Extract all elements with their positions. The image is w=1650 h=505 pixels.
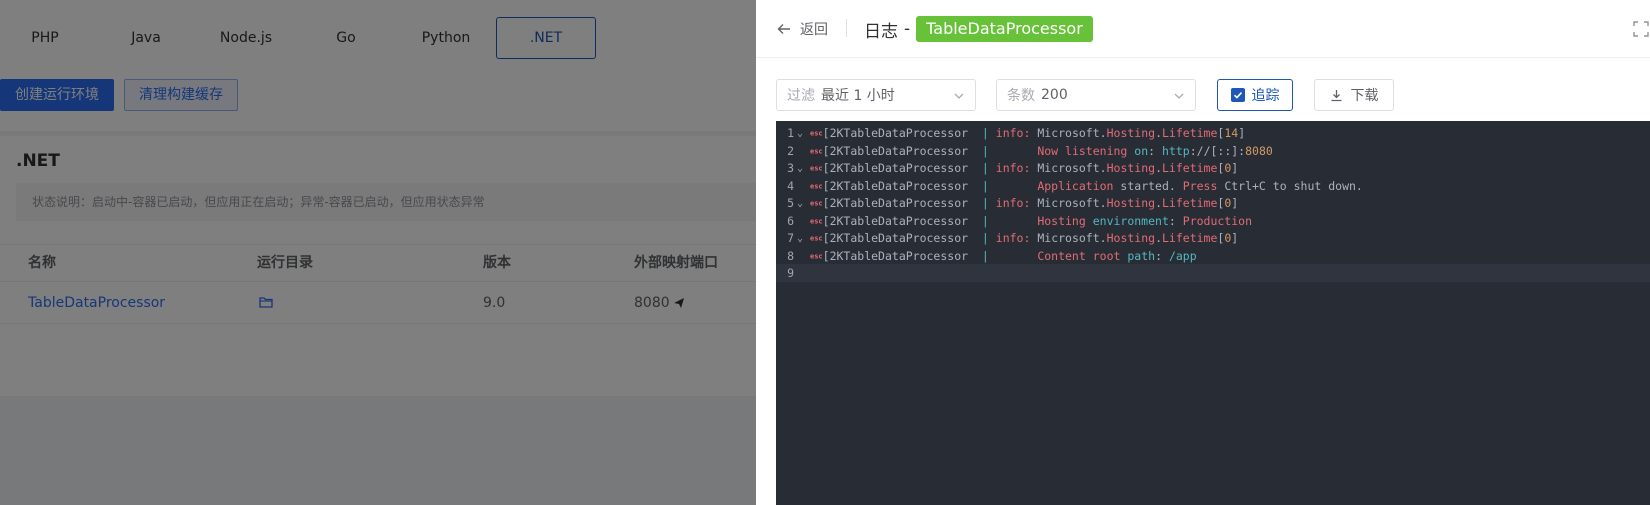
log-line: 8 esc[2KTableDataProcessor | Content root… bbox=[776, 247, 1650, 265]
line-number: 5 bbox=[787, 196, 794, 210]
app-name-tag: TableDataProcessor bbox=[916, 16, 1093, 42]
log-line: 1 ⌄ esc[2KTableDataProcessor | info: Micro… bbox=[776, 124, 1650, 142]
log-text: esc[2KTableDataProcessor | Application s… bbox=[810, 178, 1363, 193]
line-number: 2 bbox=[787, 143, 794, 158]
log-line: 2 esc[2KTableDataProcessor | Now listenin… bbox=[776, 142, 1650, 160]
back-label: 返回 bbox=[800, 22, 828, 38]
fold-chevron-icon[interactable]: ⌄ bbox=[797, 230, 803, 248]
download-icon bbox=[1331, 89, 1341, 101]
fold-chevron-icon[interactable]: ⌄ bbox=[797, 125, 803, 143]
drawer-title: 日志 - TableDataProcessor bbox=[864, 15, 1093, 43]
log-text: esc[2KTableDataProcessor | info: Microso… bbox=[810, 126, 1246, 140]
title-dash: - bbox=[904, 19, 911, 39]
line-number: 6 bbox=[787, 213, 794, 228]
fold-chevron-icon[interactable]: ⌄ bbox=[797, 195, 803, 213]
line-number: 9 bbox=[787, 266, 794, 280]
esc-token: esc bbox=[810, 164, 823, 173]
filter-value: 最近 1 小时 bbox=[821, 88, 895, 104]
log-line: 7 ⌄ esc[2KTableDataProcessor | info: Micro… bbox=[776, 229, 1650, 247]
esc-token: esc bbox=[810, 234, 823, 243]
log-text: esc[2KTableDataProcessor | Hosting envir… bbox=[810, 213, 1253, 228]
log-line: 5 ⌄ esc[2KTableDataProcessor | info: Micro… bbox=[776, 194, 1650, 212]
log-text: esc[2KTableDataProcessor | Now listening… bbox=[810, 143, 1273, 158]
line-number: 8 bbox=[787, 248, 794, 263]
log-line: 3 ⌄ esc[2KTableDataProcessor | info: Micro… bbox=[776, 159, 1650, 177]
filter-label: 过滤 bbox=[787, 88, 815, 104]
time-filter-select[interactable]: 过滤 最近 1 小时 bbox=[776, 79, 976, 111]
arrow-left-icon bbox=[777, 24, 790, 34]
log-drawer: 返回 日志 - TableDataProcessor 过滤 最近 1 小时 条数… bbox=[756, 0, 1650, 505]
esc-token: esc bbox=[810, 252, 823, 260]
esc-token: esc bbox=[810, 199, 823, 208]
drawer-header: 返回 日志 - TableDataProcessor bbox=[756, 0, 1650, 58]
checkbox-checked-icon[interactable] bbox=[1230, 88, 1245, 102]
follow-toggle[interactable]: 追踪 bbox=[1217, 79, 1293, 111]
esc-token: esc bbox=[810, 217, 823, 225]
download-label: 下载 bbox=[1350, 88, 1379, 104]
count-label: 条数 bbox=[1007, 88, 1035, 104]
esc-token: esc bbox=[810, 129, 823, 138]
follow-label: 追踪 bbox=[1251, 88, 1280, 104]
log-text: esc[2KTableDataProcessor | Content root … bbox=[810, 248, 1197, 263]
download-button[interactable]: 下载 bbox=[1314, 79, 1394, 111]
log-toolbar: 过滤 最近 1 小时 条数 200 追踪 下载 bbox=[776, 79, 1650, 111]
line-number: 3 bbox=[787, 161, 794, 175]
line-number: 7 bbox=[787, 231, 794, 245]
title-prefix: 日志 bbox=[864, 21, 898, 42]
count-value: 200 bbox=[1041, 87, 1068, 103]
chevron-down-icon bbox=[954, 93, 964, 99]
esc-token: esc bbox=[810, 182, 823, 190]
line-count-select[interactable]: 条数 200 bbox=[996, 79, 1196, 111]
esc-token: esc bbox=[810, 147, 823, 155]
fold-chevron-icon[interactable]: ⌄ bbox=[797, 160, 803, 178]
log-viewer[interactable]: 1 ⌄ esc[2KTableDataProcessor | info: Micro… bbox=[776, 121, 1650, 505]
chevron-down-icon bbox=[1174, 93, 1184, 99]
back-button[interactable]: 返回 bbox=[776, 17, 828, 41]
log-text: esc[2KTableDataProcessor | info: Microso… bbox=[810, 196, 1239, 210]
log-line: 6 esc[2KTableDataProcessor | Hosting envi… bbox=[776, 212, 1650, 230]
line-number: 4 bbox=[787, 178, 794, 193]
header-divider bbox=[846, 19, 847, 37]
line-number: 1 bbox=[787, 126, 794, 140]
fullscreen-icon[interactable] bbox=[1632, 20, 1650, 38]
log-line: 9 bbox=[776, 264, 1650, 282]
log-text: esc[2KTableDataProcessor | info: Microso… bbox=[810, 161, 1239, 175]
log-text: esc[2KTableDataProcessor | info: Microso… bbox=[810, 231, 1239, 245]
log-line: 4 esc[2KTableDataProcessor | Application … bbox=[776, 177, 1650, 195]
